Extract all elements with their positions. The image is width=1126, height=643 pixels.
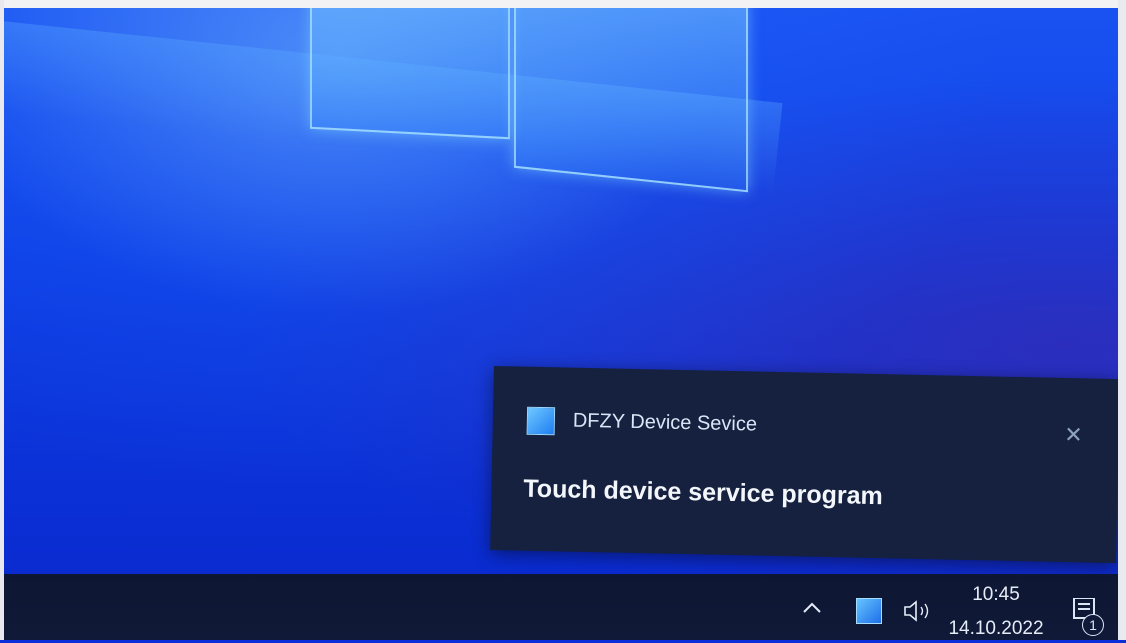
screen-bezel-top	[0, 0, 1126, 8]
toast-app-name: DFZY Device Sevice	[572, 409, 758, 436]
speaker-icon[interactable]	[902, 598, 936, 624]
wallpaper-window-pane-left	[310, 0, 510, 140]
screen-bezel-left	[0, 0, 4, 640]
toast-message: Touch device service program	[523, 474, 884, 511]
action-center-button[interactable]: 1	[1070, 597, 1106, 638]
toast-notification[interactable]: DFZY Device Sevice ✕ Touch device servic…	[490, 366, 1120, 564]
system-tray: 10:45 14.10.2022 1	[800, 574, 1118, 640]
screen-bezel-right	[1118, 0, 1126, 640]
clock-time: 10:45	[972, 584, 1020, 605]
close-icon[interactable]: ✕	[1064, 422, 1083, 448]
tray-app-square-icon[interactable]	[856, 598, 882, 624]
taskbar: 10:45 14.10.2022 1	[0, 574, 1126, 640]
chevron-up-icon[interactable]	[800, 586, 824, 620]
app-square-icon	[526, 406, 556, 436]
notification-count-badge: 1	[1082, 614, 1104, 636]
wallpaper-window-pane-right	[514, 0, 748, 193]
taskbar-clock[interactable]: 10:45 14.10.2022	[946, 584, 1046, 640]
clock-date: 14.10.2022	[948, 618, 1044, 639]
